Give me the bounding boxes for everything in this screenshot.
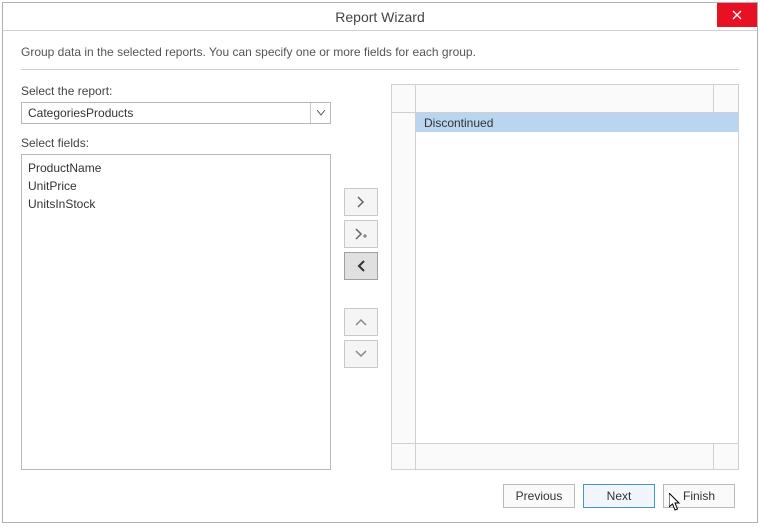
add-all-button[interactable] <box>344 220 378 248</box>
grid-footer-gutter <box>392 444 416 469</box>
previous-button[interactable]: Previous <box>503 484 575 508</box>
group-grid[interactable]: Discontinued <box>391 84 739 470</box>
columns: Select the report: CategoriesProducts Se… <box>21 84 739 470</box>
chevron-left-icon <box>357 260 365 272</box>
chevron-right-icon <box>357 196 365 208</box>
move-up-button[interactable] <box>344 308 378 336</box>
chevron-down-icon <box>317 110 325 116</box>
close-button[interactable] <box>717 3 757 27</box>
grid-footer <box>392 443 738 469</box>
right-column: Discontinued <box>391 84 739 470</box>
combo-arrow[interactable] <box>310 103 330 123</box>
footer-buttons: Previous Next Finish <box>21 470 739 512</box>
list-item[interactable]: ProductName <box>28 159 324 177</box>
grid-footer-end <box>714 444 738 469</box>
add-button[interactable] <box>344 188 378 216</box>
fields-listbox[interactable]: ProductNameUnitPriceUnitsInStock <box>21 154 331 470</box>
grid-header-end <box>714 85 738 112</box>
report-combo[interactable]: CategoriesProducts <box>21 102 331 124</box>
next-button[interactable]: Next <box>583 484 655 508</box>
move-down-button[interactable] <box>344 340 378 368</box>
select-fields-label: Select fields: <box>21 136 331 150</box>
separator <box>21 69 739 70</box>
table-row[interactable]: Discontinued <box>416 113 738 132</box>
report-combo-value: CategoriesProducts <box>28 106 133 120</box>
content-area: Group data in the selected reports. You … <box>3 31 757 522</box>
move-buttons-column <box>341 84 381 470</box>
remove-button[interactable] <box>344 252 378 280</box>
chevron-down-icon <box>355 350 367 358</box>
chevron-up-icon <box>355 318 367 326</box>
grid-header-gutter <box>392 85 416 112</box>
left-column: Select the report: CategoriesProducts Se… <box>21 84 331 470</box>
grid-header-main <box>416 85 714 112</box>
titlebar: Report Wizard <box>3 3 757 31</box>
close-icon <box>732 10 742 20</box>
grid-gutter <box>392 113 416 443</box>
grid-header <box>392 85 738 113</box>
grid-footer-main <box>416 444 714 469</box>
grid-main: Discontinued <box>416 113 738 443</box>
grid-body: Discontinued <box>392 113 738 443</box>
wizard-window: Report Wizard Group data in the selected… <box>2 2 758 523</box>
finish-button[interactable]: Finish <box>663 484 735 508</box>
instruction-text: Group data in the selected reports. You … <box>21 45 739 69</box>
chevron-right-plus-icon <box>355 228 367 240</box>
list-item[interactable]: UnitsInStock <box>28 195 324 213</box>
window-title: Report Wizard <box>335 9 424 25</box>
select-report-label: Select the report: <box>21 84 331 98</box>
list-item[interactable]: UnitPrice <box>28 177 324 195</box>
